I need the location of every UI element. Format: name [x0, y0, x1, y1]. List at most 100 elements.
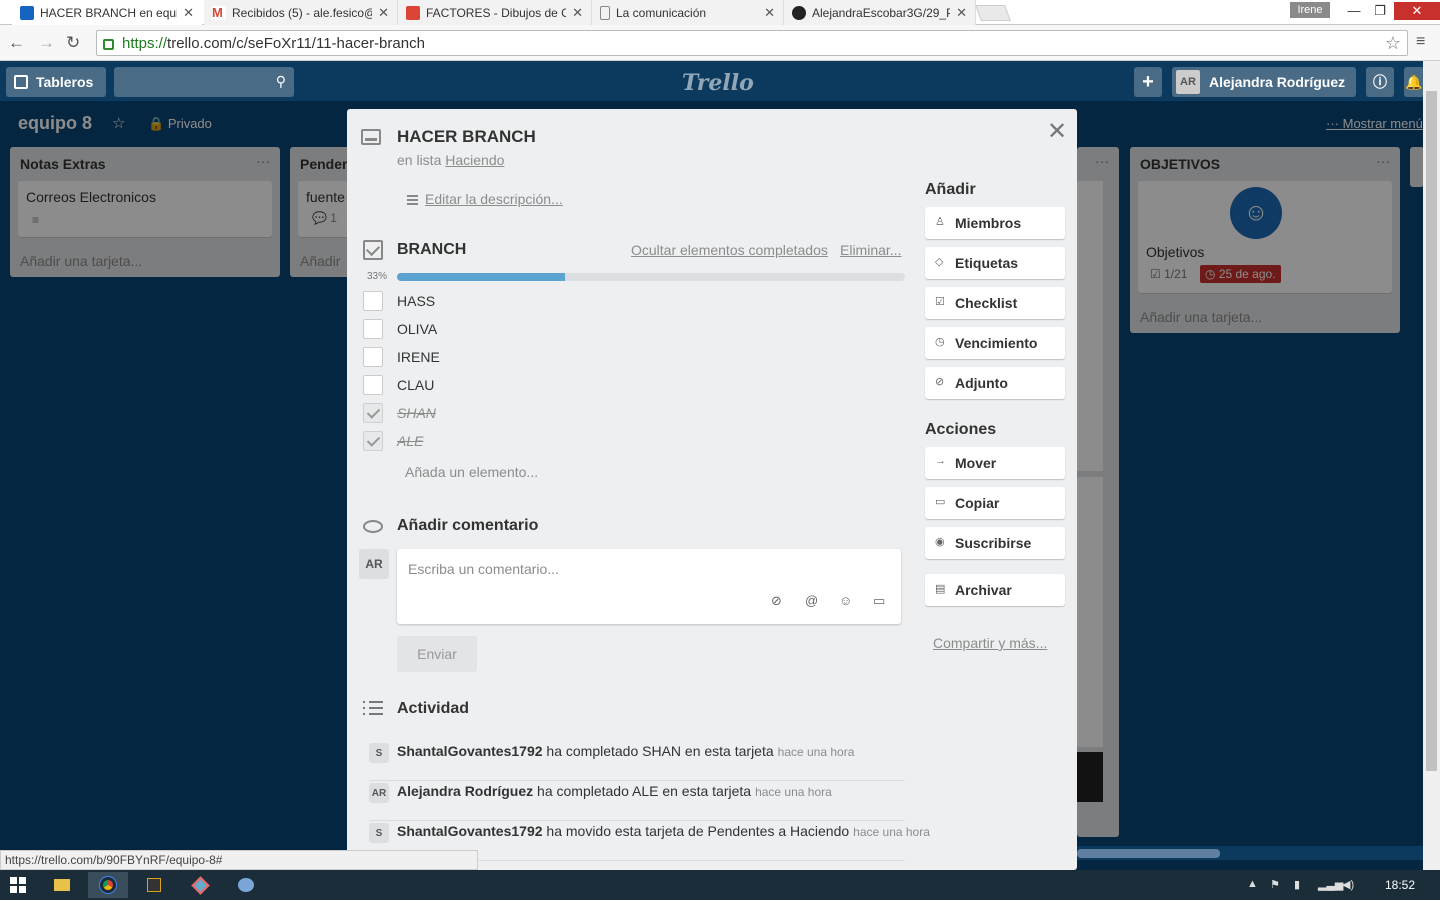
add-button[interactable]: + [1134, 67, 1162, 97]
share-more-link[interactable]: Compartir y más... [933, 635, 1047, 651]
add-item-link[interactable]: Añada un elemento... [405, 464, 538, 480]
checkbox[interactable] [363, 319, 383, 339]
card-title[interactable]: HACER BRANCH [397, 127, 536, 147]
boards-icon [14, 75, 28, 89]
trello-logo[interactable]: Trello [682, 70, 754, 96]
close-tab-icon[interactable]: ✕ [764, 5, 775, 21]
activity-time[interactable]: hace una hora [853, 825, 930, 839]
info-icon[interactable]: ⓘ [1366, 67, 1394, 97]
activity-user-link[interactable]: ShantalGovantes1792 [397, 823, 543, 839]
network-icon[interactable]: ▂▃▅ [1318, 878, 1343, 891]
checklist-item[interactable]: IRENE [363, 345, 903, 369]
activity-user-link[interactable]: ShantalGovantes1792 [397, 743, 543, 759]
new-tab-button[interactable] [975, 5, 1011, 21]
close-tab-icon[interactable]: ✕ [572, 5, 583, 21]
windows-start-icon[interactable] [10, 877, 26, 893]
hide-completed-link[interactable]: Ocultar elementos completados [631, 242, 828, 258]
battery-icon[interactable]: ▮ [1294, 878, 1300, 891]
comment-input[interactable] [397, 549, 901, 589]
chrome-icon[interactable] [88, 872, 128, 898]
status-url: https://trello.com/b/90FBYnRF/equipo-8# [0, 850, 478, 870]
file-explorer-icon[interactable] [42, 872, 82, 898]
card-link-icon[interactable]: ▭ [873, 593, 885, 609]
board-search-input[interactable]: ⚲ [114, 67, 294, 97]
checklist-item[interactable]: HASS [363, 289, 903, 313]
checklist-button[interactable]: ☑ Checklist [925, 287, 1065, 319]
scrollbar-thumb[interactable] [1426, 91, 1437, 771]
eye-icon: ◉ [935, 536, 945, 548]
browser-menu-icon[interactable]: ≡ [1416, 33, 1425, 51]
browser-tab-factores[interactable]: FACTORES - Dibujos de G ✕ [398, 0, 592, 25]
browser-tab-github[interactable]: AlejandraEscobar3G/29_P ✕ [784, 0, 976, 25]
archive-button[interactable]: ▤ Archivar [925, 574, 1065, 606]
activity-user-link[interactable]: Alejandra Rodríguez [397, 783, 533, 799]
checked-checkbox[interactable] [363, 403, 383, 423]
checklist-item[interactable]: CLAU [363, 373, 903, 397]
close-tab-icon[interactable]: ✕ [378, 5, 389, 21]
attachment-icon[interactable]: ⊘ [771, 593, 782, 609]
list-link[interactable]: Haciendo [445, 152, 504, 168]
edit-description-link[interactable]: Editar la descripción... [425, 191, 563, 207]
due-date-button[interactable]: ◷ Vencimiento [925, 327, 1065, 359]
copy-button[interactable]: ▭ Copiar [925, 487, 1065, 519]
labels-button[interactable]: ◇ Etiquetas [925, 247, 1065, 279]
checklist-title[interactable]: BRANCH [397, 241, 466, 259]
bookmark-star-icon[interactable]: ☆ [1385, 33, 1401, 54]
action-center-flag-icon[interactable]: ⚑ [1270, 878, 1280, 891]
back-icon[interactable]: ← [8, 33, 25, 53]
activity-time[interactable]: hace una hora [755, 785, 832, 799]
members-button[interactable]: ♙ Miembros [925, 207, 1065, 239]
checkbox[interactable] [363, 291, 383, 311]
minimize-icon[interactable]: — [1340, 2, 1368, 20]
horizontal-scrollbar[interactable] [1077, 846, 1423, 860]
user-menu-button[interactable]: AR Alejandra Rodríguez [1172, 67, 1356, 97]
forward-icon[interactable]: → [38, 33, 55, 53]
checkbox[interactable] [363, 347, 383, 367]
profile-badge[interactable]: Irene [1290, 2, 1330, 18]
close-tab-icon[interactable]: ✕ [183, 5, 194, 21]
close-tab-icon[interactable]: ✕ [956, 5, 967, 21]
volume-icon[interactable]: ◀) [1342, 878, 1354, 891]
subscribe-button[interactable]: ◉ Suscribirse [925, 527, 1065, 559]
checkbox[interactable] [363, 375, 383, 395]
activity-avatar[interactable]: S [369, 743, 389, 763]
archive-icon: ▤ [935, 583, 946, 595]
browser-tab-comunicacion[interactable]: La comunicación ✕ [592, 0, 784, 25]
checklist-item-text[interactable]: CLAU [397, 377, 434, 393]
window-close-icon[interactable]: ✕ [1394, 2, 1440, 20]
paint-app-icon[interactable] [226, 872, 266, 898]
media-player-icon[interactable] [134, 872, 174, 898]
mention-icon[interactable]: @ [805, 593, 818, 608]
close-icon[interactable]: ✕ [1047, 117, 1067, 146]
activity-avatar[interactable]: AR [369, 783, 389, 803]
boards-button[interactable]: Tableros [6, 67, 106, 97]
checklist-item-text[interactable]: SHAN [397, 405, 436, 421]
browser-tab-gmail[interactable]: M Recibidos (5) - ale.fesico@ ✕ [204, 0, 398, 25]
vertical-scrollbar[interactable] [1423, 61, 1440, 870]
url-bar[interactable]: https://trello.com/c/seFoXr11/11-hacer-b… [96, 30, 1408, 56]
delete-checklist-link[interactable]: Eliminar... [840, 242, 901, 258]
checklist-item-text[interactable]: IRENE [397, 349, 440, 365]
checklist-item-text[interactable]: HASS [397, 293, 435, 309]
browser-tab-trello[interactable]: HACER BRANCH en equip ✕ [12, 0, 202, 25]
scrollbar-thumb[interactable] [1077, 849, 1220, 858]
checklist-item[interactable]: OLIVA [363, 317, 903, 341]
move-button[interactable]: → Mover [925, 447, 1065, 479]
activity-time[interactable]: hace una hora [778, 745, 855, 759]
tray-expand-icon[interactable]: ▲ [1247, 878, 1258, 890]
checklist-item[interactable]: SHAN [363, 401, 903, 425]
notifications-icon[interactable]: 🔔 [1404, 67, 1424, 97]
checklist-item[interactable]: ALE [363, 429, 903, 453]
taskbar-clock[interactable]: 18:52 [1385, 878, 1415, 892]
checklist-item-text[interactable]: OLIVA [397, 321, 437, 337]
git-app-icon[interactable] [180, 872, 220, 898]
send-button[interactable]: Enviar [397, 636, 477, 672]
activity-entry: AR Alejandra Rodríguez ha completado ALE … [369, 781, 905, 821]
activity-avatar[interactable]: S [369, 823, 389, 843]
attachment-button[interactable]: ⊘ Adjunto [925, 367, 1065, 399]
restore-icon[interactable]: ❐ [1366, 2, 1394, 20]
emoji-icon[interactable]: ☺ [839, 593, 852, 608]
checked-checkbox[interactable] [363, 431, 383, 451]
reload-icon[interactable]: ↻ [66, 33, 80, 53]
checklist-item-text[interactable]: ALE [397, 433, 423, 449]
